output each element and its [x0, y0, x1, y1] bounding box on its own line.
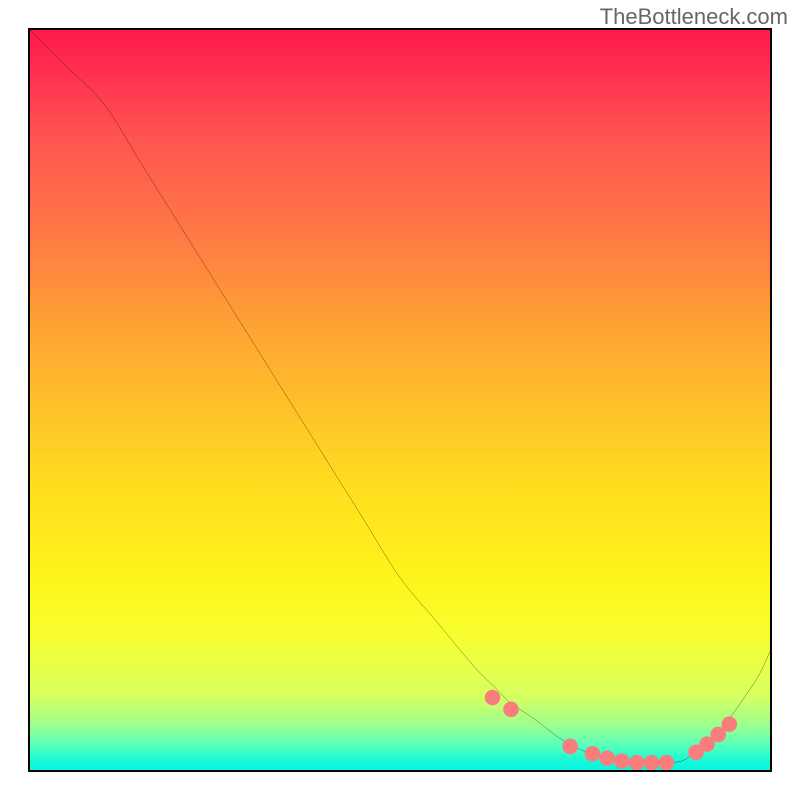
watermark-text: TheBottleneck.com: [600, 4, 788, 30]
highlight-marker: [585, 746, 601, 762]
highlight-marker: [562, 739, 578, 755]
highlight-markers: [485, 690, 737, 770]
highlight-marker: [644, 755, 660, 770]
highlight-marker: [722, 716, 738, 732]
chart-plot-area: [28, 28, 772, 772]
bottleneck-curve-line: [30, 30, 770, 763]
highlight-marker: [599, 750, 615, 766]
highlight-marker: [629, 755, 645, 770]
chart-svg: [30, 30, 770, 770]
highlight-marker: [485, 690, 501, 706]
highlight-marker: [614, 753, 630, 769]
highlight-marker: [503, 702, 519, 718]
highlight-marker: [659, 755, 675, 770]
